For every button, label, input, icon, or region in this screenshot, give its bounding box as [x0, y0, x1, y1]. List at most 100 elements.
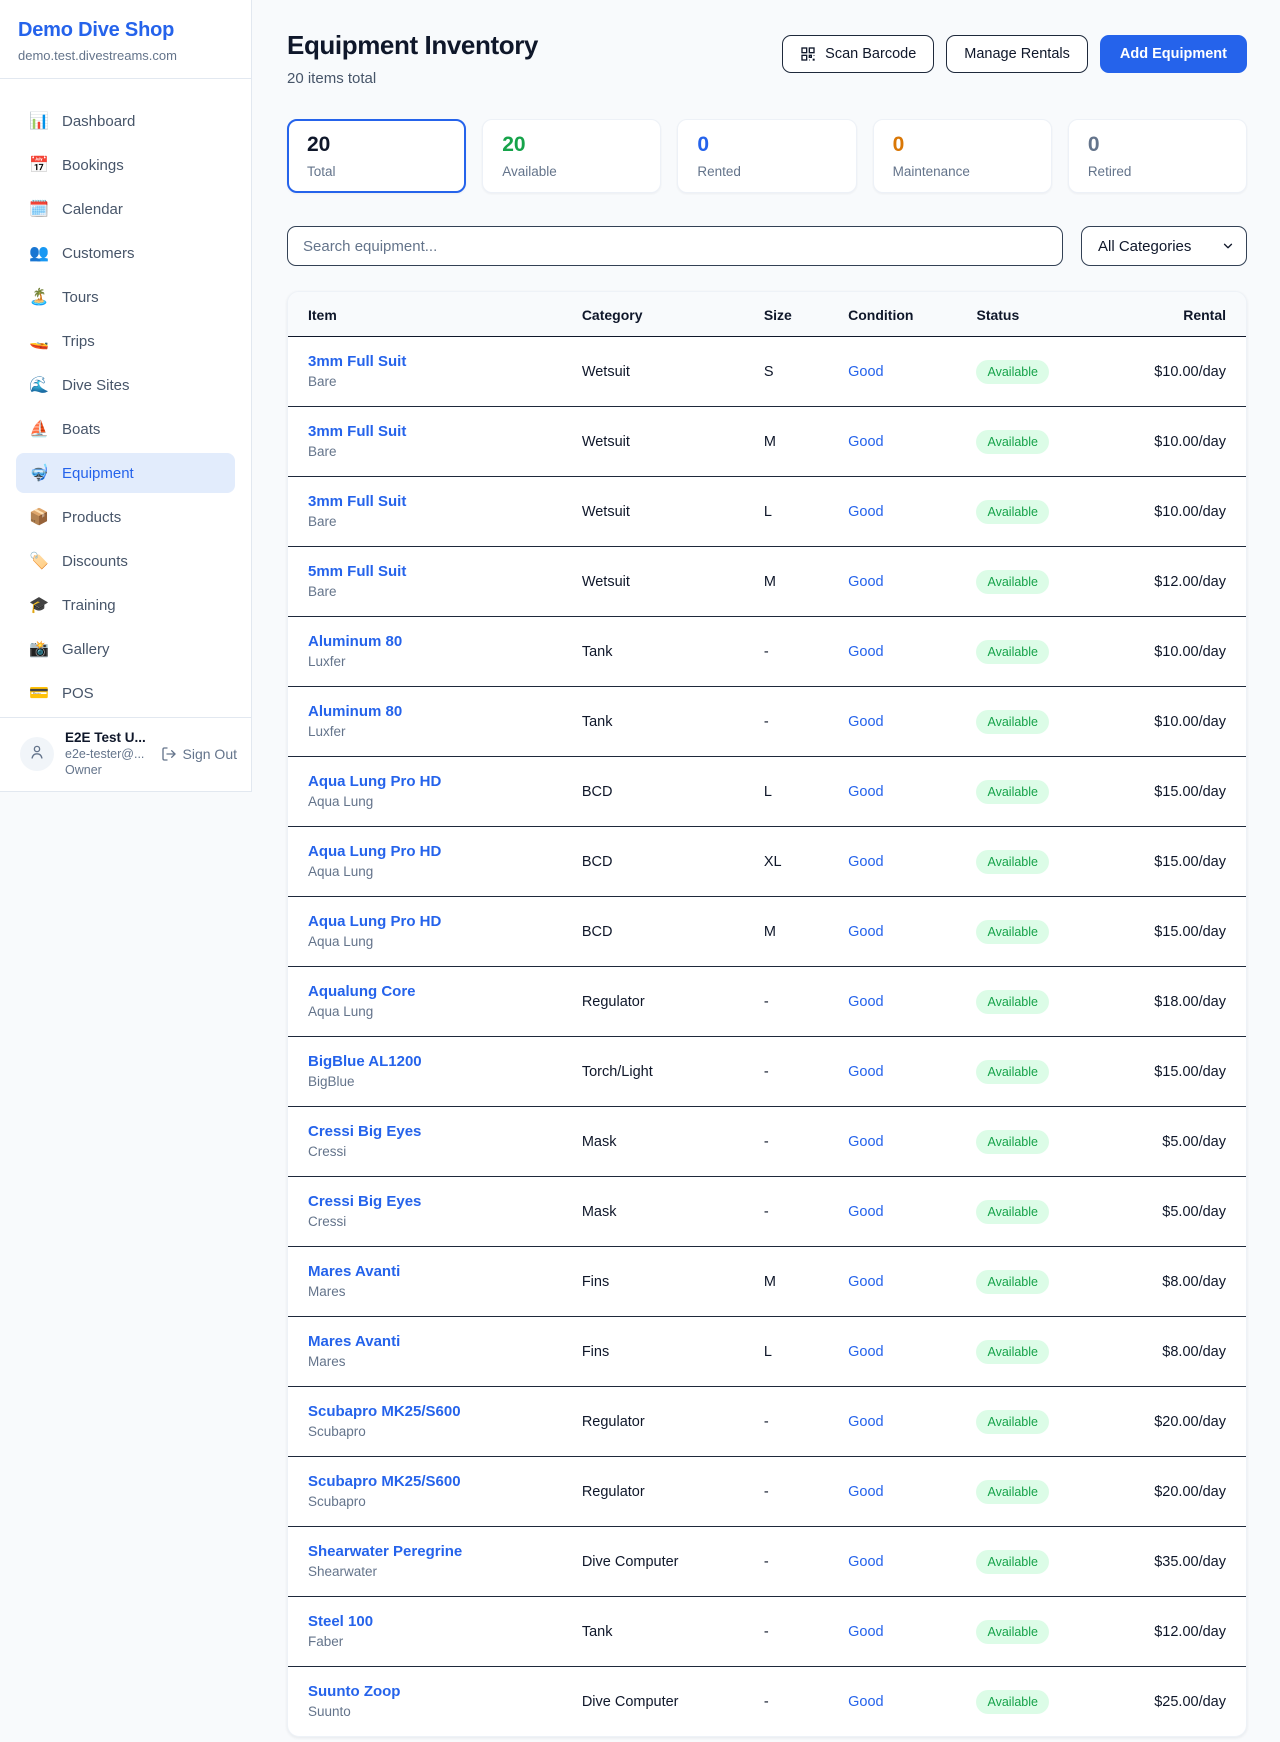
user-role: Owner — [65, 763, 146, 779]
search-input[interactable] — [287, 226, 1063, 266]
condition-cell: Good — [832, 1107, 960, 1177]
table-row: Aluminum 80 Luxfer Tank - Good Available… — [288, 617, 1246, 687]
size-cell: M — [748, 547, 832, 617]
equipment-icon: 🤿 — [28, 463, 50, 483]
condition-link[interactable]: Good — [848, 644, 883, 660]
condition-link[interactable]: Good — [848, 784, 883, 800]
item-name-link[interactable]: Aqualung Core — [308, 983, 550, 1000]
condition-link[interactable]: Good — [848, 364, 883, 380]
calendar-icon: 🗓️ — [28, 199, 50, 219]
user-name: E2E Test U... — [65, 730, 146, 747]
sidebar-item-products[interactable]: 📦 Products — [16, 497, 235, 537]
condition-link[interactable]: Good — [848, 504, 883, 520]
page-header: Equipment Inventory 20 items total Scan … — [287, 30, 1247, 87]
manage-rentals-button[interactable]: Manage Rentals — [946, 35, 1088, 73]
stat-card-rented[interactable]: 0 Rented — [677, 119, 856, 193]
stat-card-available[interactable]: 20 Available — [482, 119, 661, 193]
sidebar-item-equipment[interactable]: 🤿 Equipment — [16, 453, 235, 493]
status-badge: Available — [976, 920, 1049, 944]
category-cell: Regulator — [566, 967, 748, 1037]
sidebar-item-tours[interactable]: 🏝️ Tours — [16, 277, 235, 317]
condition-link[interactable]: Good — [848, 924, 883, 940]
condition-link[interactable]: Good — [848, 1064, 883, 1080]
condition-link[interactable]: Good — [848, 1344, 883, 1360]
condition-link[interactable]: Good — [848, 1554, 883, 1570]
item-name-link[interactable]: Cressi Big Eyes — [308, 1193, 550, 1210]
status-cell: Available — [960, 407, 1086, 477]
sidebar-item-trips[interactable]: 🚤 Trips — [16, 321, 235, 361]
category-select[interactable]: All Categories — [1081, 226, 1247, 266]
item-brand: Bare — [308, 374, 337, 389]
item-cell: Mares Avanti Mares — [288, 1317, 566, 1387]
sidebar-item-calendar[interactable]: 🗓️ Calendar — [16, 189, 235, 229]
item-name-link[interactable]: Cressi Big Eyes — [308, 1123, 550, 1140]
sidebar-item-training[interactable]: 🎓 Training — [16, 585, 235, 625]
condition-link[interactable]: Good — [848, 1134, 883, 1150]
table-row: Aqua Lung Pro HD Aqua Lung BCD L Good Av… — [288, 757, 1246, 827]
size-cell: - — [748, 1457, 832, 1527]
item-name-link[interactable]: Aqua Lung Pro HD — [308, 913, 550, 930]
sign-out-button[interactable]: Sign Out — [161, 746, 237, 762]
table-row: Aqua Lung Pro HD Aqua Lung BCD XL Good A… — [288, 827, 1246, 897]
condition-link[interactable]: Good — [848, 434, 883, 450]
item-name-link[interactable]: 5mm Full Suit — [308, 563, 550, 580]
condition-link[interactable]: Good — [848, 854, 883, 870]
item-name-link[interactable]: 3mm Full Suit — [308, 353, 550, 370]
stat-card-retired[interactable]: 0 Retired — [1068, 119, 1247, 193]
stat-card-maintenance[interactable]: 0 Maintenance — [873, 119, 1052, 193]
condition-link[interactable]: Good — [848, 1694, 883, 1710]
add-equipment-button[interactable]: Add Equipment — [1100, 35, 1247, 73]
category-cell: Wetsuit — [566, 547, 748, 617]
item-cell: 5mm Full Suit Bare — [288, 547, 566, 617]
category-cell: Torch/Light — [566, 1037, 748, 1107]
condition-link[interactable]: Good — [848, 574, 883, 590]
condition-link[interactable]: Good — [848, 1624, 883, 1640]
stat-card-total[interactable]: 20 Total — [287, 119, 466, 193]
sidebar-nav: 📊 Dashboard 📅 Bookings 🗓️ Calendar 👥 Cus… — [0, 79, 251, 717]
item-name-link[interactable]: Aqua Lung Pro HD — [308, 773, 550, 790]
status-badge: Available — [976, 500, 1049, 524]
table-row: Aqualung Core Aqua Lung Regulator - Good… — [288, 967, 1246, 1037]
condition-link[interactable]: Good — [848, 1274, 883, 1290]
sidebar-item-gallery[interactable]: 📸 Gallery — [16, 629, 235, 669]
item-name-link[interactable]: Scubapro MK25/S600 — [308, 1403, 550, 1420]
sidebar-item-bookings[interactable]: 📅 Bookings — [16, 145, 235, 185]
sidebar-item-boats[interactable]: ⛵ Boats — [16, 409, 235, 449]
item-name-link[interactable]: Shearwater Peregrine — [308, 1543, 550, 1560]
sidebar-item-dive-sites[interactable]: 🌊 Dive Sites — [16, 365, 235, 405]
condition-cell: Good — [832, 1597, 960, 1667]
condition-link[interactable]: Good — [848, 1204, 883, 1220]
scan-barcode-button[interactable]: Scan Barcode — [782, 35, 934, 73]
sidebar-item-pos[interactable]: 💳 POS — [16, 673, 235, 713]
item-name-link[interactable]: 3mm Full Suit — [308, 423, 550, 440]
table-row: Mares Avanti Mares Fins M Good Available… — [288, 1247, 1246, 1317]
item-brand: Mares — [308, 1354, 346, 1369]
item-name-link[interactable]: Aluminum 80 — [308, 703, 550, 720]
sidebar-item-customers[interactable]: 👥 Customers — [16, 233, 235, 273]
sidebar-item-dashboard[interactable]: 📊 Dashboard — [16, 101, 235, 141]
condition-cell: Good — [832, 547, 960, 617]
condition-link[interactable]: Good — [848, 1484, 883, 1500]
item-name-link[interactable]: Aluminum 80 — [308, 633, 550, 650]
sidebar-item-discounts[interactable]: 🏷️ Discounts — [16, 541, 235, 581]
item-cell: Scubapro MK25/S600 Scubapro — [288, 1387, 566, 1457]
tours-icon: 🏝️ — [28, 287, 50, 307]
condition-link[interactable]: Good — [848, 714, 883, 730]
status-cell: Available — [960, 687, 1086, 757]
item-name-link[interactable]: BigBlue AL1200 — [308, 1053, 550, 1070]
item-name-link[interactable]: Aqua Lung Pro HD — [308, 843, 550, 860]
status-cell: Available — [960, 547, 1086, 617]
item-name-link[interactable]: Mares Avanti — [308, 1333, 550, 1350]
category-cell: Mask — [566, 1177, 748, 1247]
header-actions: Scan Barcode Manage Rentals Add Equipmen… — [782, 30, 1247, 73]
condition-link[interactable]: Good — [848, 1414, 883, 1430]
item-name-link[interactable]: Mares Avanti — [308, 1263, 550, 1280]
item-name-link[interactable]: Scubapro MK25/S600 — [308, 1473, 550, 1490]
item-name-link[interactable]: 3mm Full Suit — [308, 493, 550, 510]
category-cell: Fins — [566, 1317, 748, 1387]
item-name-link[interactable]: Steel 100 — [308, 1613, 550, 1630]
item-name-link[interactable]: Suunto Zoop — [308, 1683, 550, 1700]
condition-link[interactable]: Good — [848, 994, 883, 1010]
table-row: 3mm Full Suit Bare Wetsuit M Good Availa… — [288, 407, 1246, 477]
category-cell: Regulator — [566, 1457, 748, 1527]
